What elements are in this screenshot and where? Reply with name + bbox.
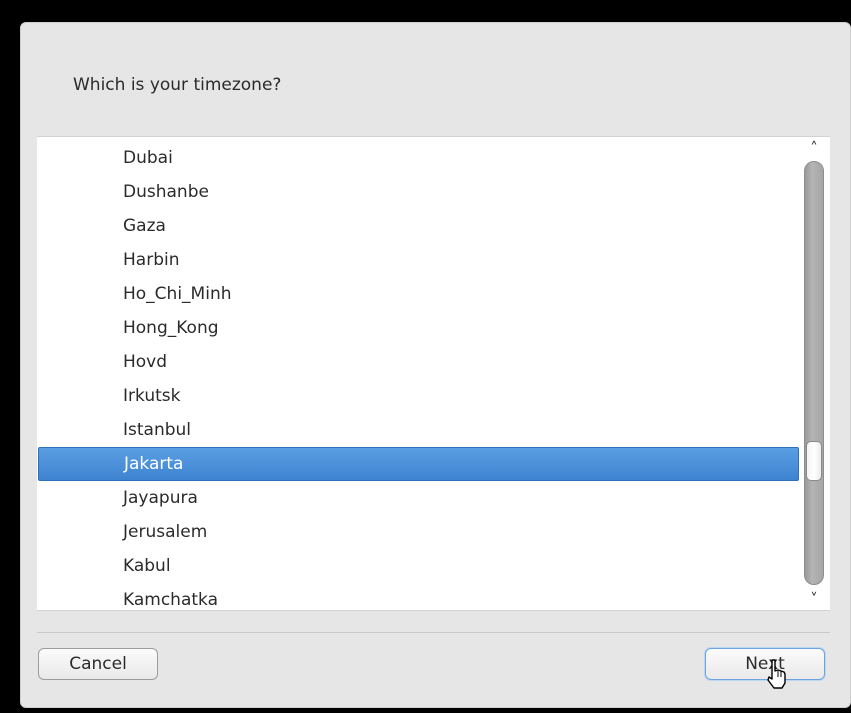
list-item-selected[interactable]: Jakarta xyxy=(38,447,799,481)
list-item[interactable]: Dushanbe xyxy=(37,175,799,209)
vertical-scrollbar[interactable]: ˄ ˅ xyxy=(800,137,828,610)
list-item[interactable]: Jayapura xyxy=(37,481,799,515)
list-item[interactable]: Jerusalem xyxy=(37,515,799,549)
list-item[interactable]: Ho_Chi_Minh xyxy=(37,277,799,311)
list-item[interactable]: Istanbul xyxy=(37,413,799,447)
chevron-up-icon[interactable]: ˄ xyxy=(800,137,828,159)
list-item[interactable]: Hong_Kong xyxy=(37,311,799,345)
divider xyxy=(37,632,830,633)
list-item[interactable]: Hovd xyxy=(37,345,799,379)
scrollbar-thumb[interactable] xyxy=(806,441,822,481)
timezone-dialog: Which is your timezone? Dubai Dushanbe Gaz… xyxy=(20,22,851,708)
list-item[interactable]: Irkutsk xyxy=(37,379,799,413)
list-item[interactable]: Harbin xyxy=(37,243,799,277)
timezone-list-items: Dubai Dushanbe Gaza Harbin Ho_Chi_Minh Hong_K… xyxy=(37,141,799,610)
list-item[interactable]: Kabul xyxy=(37,549,799,583)
list-item[interactable]: Kamchatka xyxy=(37,583,799,610)
chevron-down-icon[interactable]: ˅ xyxy=(800,588,828,610)
cancel-button[interactable]: Cancel xyxy=(38,648,158,680)
scrollbar-track[interactable] xyxy=(804,161,824,585)
list-item[interactable]: Gaza xyxy=(37,209,799,243)
mouse-pointer-icon xyxy=(767,659,786,689)
list-item[interactable]: Dubai xyxy=(37,141,799,175)
timezone-list[interactable]: Dubai Dushanbe Gaza Harbin Ho_Chi_Minh Hong_K… xyxy=(37,136,830,611)
dialog-question: Which is your timezone? xyxy=(73,75,282,95)
